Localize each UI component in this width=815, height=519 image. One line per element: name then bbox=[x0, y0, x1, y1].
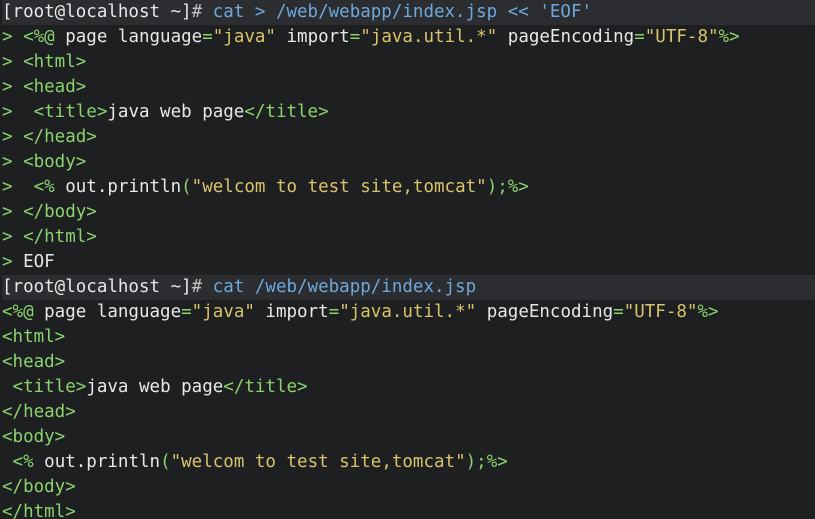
terminal-output-line: <head> bbox=[2, 350, 815, 375]
punctuation: = bbox=[328, 302, 340, 322]
jsp-tag-text: </title> bbox=[223, 377, 308, 397]
jsp-tag-text: <head> bbox=[2, 352, 66, 372]
terminal-output-line: <html> bbox=[2, 325, 815, 350]
terminal-output-line: > <title>java web page</title> bbox=[2, 100, 815, 125]
attribute-name: pageEncoding bbox=[497, 27, 635, 47]
string-literal: "java" bbox=[212, 27, 276, 47]
terminal-output-line: > <head> bbox=[2, 75, 815, 100]
string-literal: "UTF-8" bbox=[623, 302, 698, 322]
jsp-tag-text: <html> bbox=[23, 52, 87, 72]
terminal-output-line: <body> bbox=[2, 425, 815, 450]
terminal-command-line: [root@localhost ~]# cat > /web/webapp/in… bbox=[2, 0, 815, 25]
punctuation: = bbox=[202, 27, 213, 47]
terminal-output-line: > EOF bbox=[2, 250, 815, 275]
jsp-tag-text: <%@ bbox=[23, 27, 55, 47]
jsp-tag-text: <body> bbox=[2, 427, 66, 447]
jsp-tag-text: <title> bbox=[12, 377, 87, 397]
plain-text: EOF bbox=[23, 252, 55, 272]
attribute-name: pageEncoding bbox=[476, 302, 614, 322]
jsp-tag-text: <%@ bbox=[2, 302, 34, 322]
command-text: cat /web/webapp/index.jsp bbox=[212, 277, 477, 297]
terminal-output-line: </body> bbox=[2, 475, 815, 500]
string-literal: "java" bbox=[191, 302, 255, 322]
terminal-output-line: <%@ page language="java" import="java.ut… bbox=[2, 300, 815, 325]
continuation-prompt: > bbox=[2, 177, 34, 197]
jsp-tag-text: </html> bbox=[23, 227, 97, 247]
jsp-tag-text: </body> bbox=[23, 202, 97, 222]
punctuation: = bbox=[349, 27, 361, 47]
continuation-prompt: > bbox=[2, 252, 24, 272]
terminal-output-line: > </html> bbox=[2, 225, 815, 250]
jsp-tag-text: <body> bbox=[23, 152, 87, 172]
continuation-prompt: > bbox=[2, 77, 24, 97]
jsp-tag-text: %> bbox=[507, 177, 529, 197]
string-literal: "welcom to test site,tomcat" bbox=[191, 177, 487, 197]
string-literal: "java.util.*" bbox=[360, 27, 498, 47]
continuation-prompt: > bbox=[2, 127, 24, 147]
jsp-tag-text: %> bbox=[697, 302, 719, 322]
punctuation: ( bbox=[181, 177, 192, 197]
terminal-output-line: </html> bbox=[2, 500, 815, 519]
jsp-tag-text: </head> bbox=[2, 402, 76, 422]
terminal-output-line: > <%@ page language="java" import="java.… bbox=[2, 25, 815, 50]
prompt-symbol: # bbox=[191, 2, 213, 22]
attribute-name: page language bbox=[33, 302, 182, 322]
punctuation: ); bbox=[465, 452, 487, 472]
terminal-output-line: > <html> bbox=[2, 50, 815, 75]
jsp-tag-text: %> bbox=[718, 27, 740, 47]
string-literal: "java.util.*" bbox=[339, 302, 477, 322]
plain-text: java web page bbox=[107, 102, 245, 122]
plain-text: java web page bbox=[86, 377, 224, 397]
jsp-tag-text: </html> bbox=[2, 502, 76, 519]
jsp-tag-text: %> bbox=[486, 452, 508, 472]
continuation-prompt: > bbox=[2, 202, 24, 222]
attribute-name: page language bbox=[54, 27, 203, 47]
jsp-tag-text: </title> bbox=[244, 102, 329, 122]
continuation-prompt: > bbox=[2, 102, 34, 122]
plain-text bbox=[2, 452, 13, 472]
terminal-output-line: > <body> bbox=[2, 150, 815, 175]
jsp-tag-text: </head> bbox=[23, 127, 97, 147]
punctuation: ); bbox=[486, 177, 508, 197]
terminal-output-line: </head> bbox=[2, 400, 815, 425]
terminal-output-line: > </head> bbox=[2, 125, 815, 150]
terminal-output-line: > <% out.println("welcom to test site,to… bbox=[2, 175, 815, 200]
continuation-prompt: > bbox=[2, 27, 24, 47]
jsp-tag-text: <html> bbox=[2, 327, 66, 347]
terminal-window[interactable]: [root@localhost ~]# cat > /web/webapp/in… bbox=[0, 0, 815, 519]
string-literal: "UTF-8" bbox=[644, 27, 719, 47]
punctuation: ( bbox=[160, 452, 171, 472]
attribute-name: import bbox=[275, 27, 350, 47]
plain-text: out.println bbox=[54, 177, 182, 197]
prompt-symbol: # bbox=[191, 277, 213, 297]
terminal-output-line: <% out.println("welcom to test site,tomc… bbox=[2, 450, 815, 475]
jsp-tag-text: <% bbox=[12, 452, 34, 472]
plain-text: out.println bbox=[33, 452, 161, 472]
shell-prompt: [root@localhost ~] bbox=[2, 2, 192, 22]
punctuation: = bbox=[181, 302, 192, 322]
jsp-tag-text: </body> bbox=[2, 477, 76, 497]
continuation-prompt: > bbox=[2, 52, 24, 72]
jsp-tag-text: <% bbox=[33, 177, 55, 197]
terminal-output-line: <title>java web page</title> bbox=[2, 375, 815, 400]
terminal-command-line: [root@localhost ~]# cat /web/webapp/inde… bbox=[2, 275, 815, 300]
punctuation: = bbox=[613, 302, 624, 322]
command-text: cat > /web/webapp/index.jsp << 'EOF' bbox=[212, 2, 593, 22]
jsp-tag-text: <title> bbox=[33, 102, 108, 122]
attribute-name: import bbox=[254, 302, 329, 322]
shell-prompt: [root@localhost ~] bbox=[2, 277, 192, 297]
string-literal: "welcom to test site,tomcat" bbox=[170, 452, 466, 472]
punctuation: = bbox=[634, 27, 645, 47]
continuation-prompt: > bbox=[2, 152, 24, 172]
continuation-prompt: > bbox=[2, 227, 24, 247]
terminal-output-line: > </body> bbox=[2, 200, 815, 225]
plain-text bbox=[2, 377, 13, 397]
jsp-tag-text: <head> bbox=[23, 77, 87, 97]
